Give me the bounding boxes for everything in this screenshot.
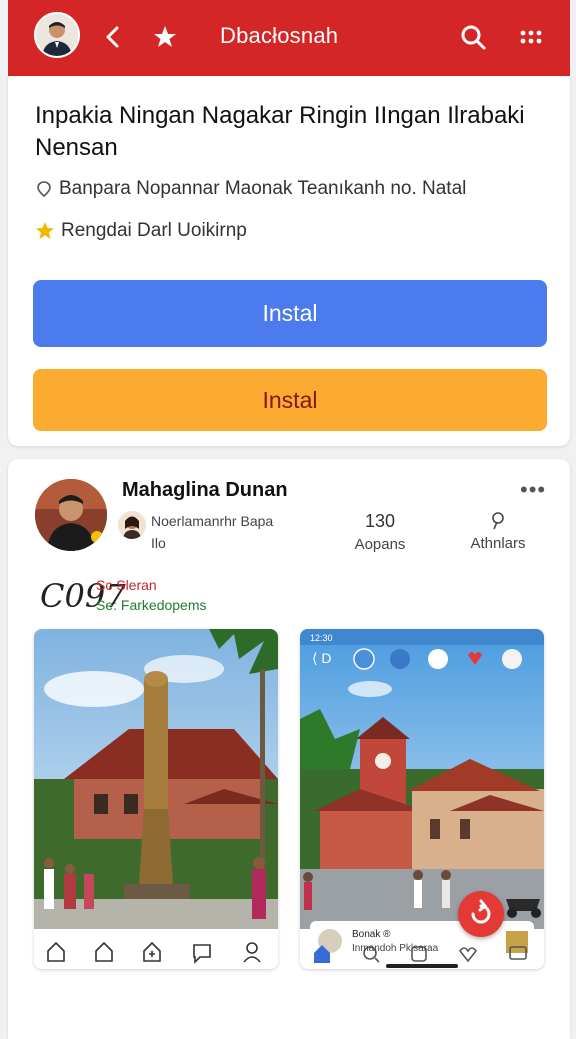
post-subline-2: Ilo: [151, 535, 166, 551]
location-pin-icon: [37, 181, 51, 198]
stat-followers[interactable]: 130 Aopans: [340, 511, 420, 553]
person-icon: [492, 512, 504, 530]
photo-temple[interactable]: [34, 629, 278, 969]
author-avatar[interactable]: [35, 479, 107, 551]
floating-action-button[interactable]: [458, 891, 504, 937]
tag-red: Sc Sleran: [96, 577, 157, 593]
star-rating-icon: [36, 221, 54, 239]
refresh-icon: [471, 899, 491, 924]
rating-text: Rengdai Darl Uoikirnp: [61, 220, 247, 241]
home-indicator: [386, 964, 458, 968]
install-button-secondary[interactable]: Instal: [33, 369, 547, 431]
clocktower-image: ⟨ D 12:30: [300, 629, 544, 969]
temple-image: [34, 629, 278, 969]
header-title: Dbacłosnah: [220, 23, 339, 48]
stat-value: 130: [364, 511, 396, 531]
stat-label: Athnlars: [470, 535, 526, 552]
star-icon[interactable]: [150, 22, 180, 52]
location-text: Banpara Nopannar Maonak Teanıkanh no. Na…: [59, 178, 467, 199]
search-icon[interactable]: [458, 22, 488, 52]
post-more-menu[interactable]: •••: [520, 477, 546, 503]
back-chevron-icon[interactable]: [98, 22, 128, 52]
install-button-primary[interactable]: Instal: [33, 280, 547, 347]
photo2-card-title: Bonak ®: [352, 929, 391, 940]
stat-athletes[interactable]: Athnlars: [458, 511, 538, 552]
profile-avatar[interactable]: [34, 12, 80, 58]
author-name[interactable]: Mahaglina Dunan: [122, 479, 288, 502]
post-card: Mahaglina Dunan ••• Noerlamanrhr Bapa Il…: [8, 459, 570, 1039]
rating-row: Rengdai Darl Uoikirnp: [35, 220, 247, 242]
sub-avatar: [118, 511, 146, 539]
post-subline: Noerlamanrhr Bapa: [151, 513, 274, 529]
stat-label: Aopans: [354, 536, 406, 553]
article-card: Inpakia Ningan Nagakar Ringin IIngan Ilr…: [8, 76, 570, 446]
photo-clocktower[interactable]: ⟨ D 12:30 Bonak ® Inmandoh Pklsaraa: [300, 629, 544, 969]
photo2-card-sub: Inmandoh Pklsaraa: [352, 943, 439, 954]
app-header: Dbacłosnah: [8, 0, 570, 76]
tag-green: Se: Farkedopems: [96, 597, 207, 613]
svg-text:⟨ D: ⟨ D: [312, 650, 331, 666]
more-dots-icon[interactable]: [516, 22, 546, 52]
article-headline: Inpakia Ningan Nagakar Ringin IIngan Ilr…: [35, 102, 525, 161]
location-row: Banpara Nopannar Maonak Teanıkanh no. Na…: [35, 178, 466, 200]
photo2-status-time: 12:30: [310, 633, 333, 643]
